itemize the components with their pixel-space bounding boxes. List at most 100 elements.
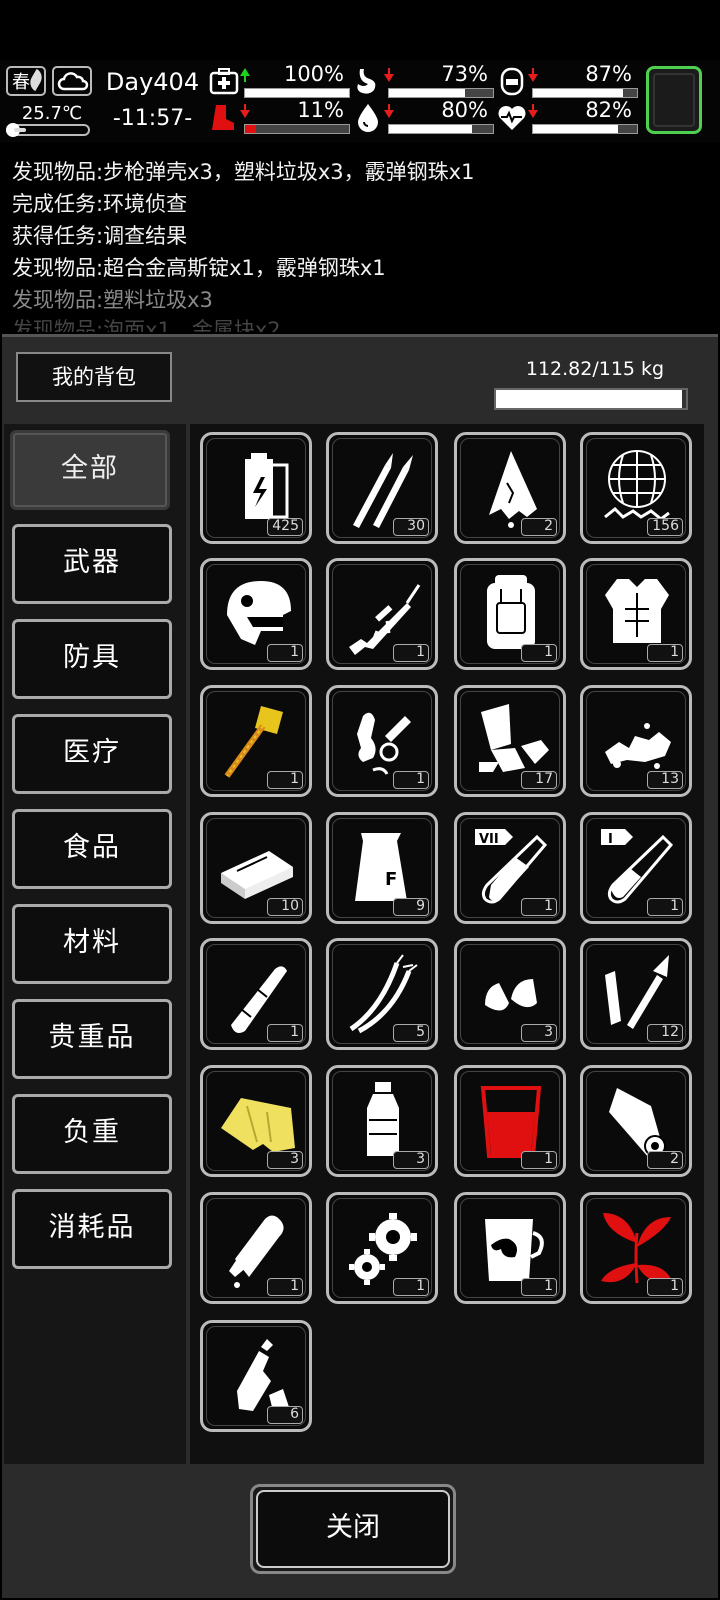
item-count: 2 bbox=[521, 518, 557, 536]
inventory-slot[interactable]: 2 bbox=[580, 1065, 692, 1177]
thirst-bar-fill bbox=[389, 125, 473, 133]
item-count: 1 bbox=[647, 898, 683, 916]
weight-bar-fill bbox=[496, 390, 683, 408]
item-count: 1 bbox=[267, 644, 303, 662]
season-label: 春 bbox=[12, 72, 30, 93]
inventory-slot[interactable]: 3 bbox=[454, 938, 566, 1050]
item-count: 1 bbox=[521, 1151, 557, 1169]
log-line: 发现物品:步枪弹壳x3，塑料垃圾x3，霰弹钢珠x1 bbox=[12, 160, 475, 184]
category-tab-all[interactable]: 全部 bbox=[10, 430, 170, 510]
inventory-slot[interactable]: 1 bbox=[580, 1192, 692, 1304]
inventory-slot[interactable]: I 1 bbox=[580, 812, 692, 924]
item-count: 1 bbox=[521, 1278, 557, 1296]
log-line: 完成任务:环境侦查 bbox=[12, 192, 188, 216]
mood-bar bbox=[532, 88, 638, 98]
category-tab-valuables[interactable]: 贵重品 bbox=[12, 999, 172, 1079]
log-line: 发现物品:塑料垃圾x3 bbox=[12, 288, 213, 312]
item-count: 1 bbox=[647, 1278, 683, 1296]
health-bar-fill bbox=[245, 89, 349, 97]
item-count: 1 bbox=[521, 898, 557, 916]
thirst-bar bbox=[388, 124, 494, 134]
inventory-slot[interactable]: 5 bbox=[326, 938, 438, 1050]
item-count: 9 bbox=[393, 898, 429, 916]
category-tab-materials[interactable]: 材料 bbox=[12, 904, 172, 984]
stamina-percent: 11% bbox=[297, 98, 344, 122]
inventory-slot[interactable]: 1 bbox=[454, 1065, 566, 1177]
inventory-slot[interactable]: 17 bbox=[454, 685, 566, 797]
item-count: 10 bbox=[267, 898, 303, 916]
category-tab-load[interactable]: 负重 bbox=[12, 1094, 172, 1174]
item-count: 17 bbox=[521, 771, 557, 789]
hunger-bar bbox=[388, 88, 494, 98]
stamina-bar bbox=[244, 124, 350, 134]
close-button[interactable]: 关闭 bbox=[256, 1490, 450, 1568]
inventory-slot[interactable]: 1 bbox=[200, 1192, 312, 1304]
inventory-slot[interactable]: 1 bbox=[454, 1192, 566, 1304]
weight-bar bbox=[494, 388, 688, 410]
inventory-slot[interactable]: 10 bbox=[200, 812, 312, 924]
item-count: 1 bbox=[393, 1278, 429, 1296]
item-count: 1 bbox=[393, 771, 429, 789]
item-count: 12 bbox=[647, 1024, 683, 1042]
season-indicator: 春 bbox=[6, 66, 46, 96]
log-line: 获得任务:调查结果 bbox=[12, 224, 188, 248]
inventory-slot[interactable]: 13 bbox=[580, 685, 692, 797]
thermometer-gauge bbox=[6, 123, 90, 137]
heart-bar bbox=[532, 124, 638, 134]
category-tab-food[interactable]: 食品 bbox=[12, 809, 172, 889]
inventory-slot[interactable]: 30 bbox=[326, 432, 438, 544]
category-tab-medical[interactable]: 医疗 bbox=[12, 714, 172, 794]
game-clock: -11:57- bbox=[112, 106, 193, 131]
inventory-slot[interactable]: 425 bbox=[200, 432, 312, 544]
hunger-percent: 73% bbox=[441, 62, 488, 86]
inventory-slot[interactable]: 156 bbox=[580, 432, 692, 544]
inventory-slot[interactable]: 1 bbox=[326, 1192, 438, 1304]
item-count: 3 bbox=[521, 1024, 557, 1042]
item-count: 1 bbox=[393, 644, 429, 662]
inventory-slot[interactable]: 1 bbox=[200, 558, 312, 670]
heart-percent: 82% bbox=[585, 98, 632, 122]
category-tab-weapons[interactable]: 武器 bbox=[12, 524, 172, 604]
inventory-slot[interactable]: 6 bbox=[200, 1320, 312, 1432]
item-count: 5 bbox=[393, 1024, 429, 1042]
inventory-slot[interactable]: 2 bbox=[454, 432, 566, 544]
weather-indicator bbox=[52, 66, 92, 96]
item-count: 425 bbox=[267, 518, 303, 536]
svg-text:I: I bbox=[608, 832, 613, 847]
inventory-slot[interactable]: F 9 bbox=[326, 812, 438, 924]
health-bar bbox=[244, 88, 350, 98]
inventory-slot[interactable]: 1 bbox=[580, 558, 692, 670]
item-count: 1 bbox=[267, 771, 303, 789]
item-count: 156 bbox=[647, 518, 683, 536]
item-count: 3 bbox=[267, 1151, 303, 1169]
item-count: 30 bbox=[393, 518, 429, 536]
mood-bar-fill bbox=[533, 89, 624, 97]
item-count: 6 bbox=[267, 1406, 303, 1424]
item-count: 1 bbox=[647, 644, 683, 662]
inventory-slot[interactable]: 1 bbox=[326, 558, 438, 670]
thermometer-fill bbox=[14, 128, 26, 132]
inventory-slot[interactable]: 1 bbox=[326, 685, 438, 797]
hunger-bar-fill bbox=[389, 89, 465, 97]
log-line: 发现物品:泡面x1，金属块x2 bbox=[12, 318, 281, 332]
inventory-slot[interactable]: 3 bbox=[326, 1065, 438, 1177]
item-count: 1 bbox=[267, 1024, 303, 1042]
inventory-slot[interactable]: 1 bbox=[200, 685, 312, 797]
inventory-slot[interactable]: 12 bbox=[580, 938, 692, 1050]
inventory-title: 我的背包 bbox=[16, 352, 172, 402]
stamina-bar-fill bbox=[245, 125, 257, 133]
message-log: 发现物品:步枪弹壳x3，塑料垃圾x3，霰弹钢珠x1 完成任务:环境侦查 获得任务… bbox=[0, 146, 720, 332]
item-count: 1 bbox=[267, 1278, 303, 1296]
item-count: 13 bbox=[647, 771, 683, 789]
category-tab-consumables[interactable]: 消耗品 bbox=[12, 1189, 172, 1269]
inventory-slot[interactable]: 3 bbox=[200, 1065, 312, 1177]
equipment-slot[interactable] bbox=[646, 66, 702, 134]
inventory-slot[interactable]: 1 bbox=[454, 558, 566, 670]
temperature-readout: 25.7℃ bbox=[21, 103, 83, 124]
inventory-slot[interactable]: VII 1 bbox=[454, 812, 566, 924]
svg-text:F: F bbox=[385, 869, 397, 890]
item-count: 1 bbox=[521, 644, 557, 662]
category-tab-armor[interactable]: 防具 bbox=[12, 619, 172, 699]
item-count: 3 bbox=[393, 1151, 429, 1169]
inventory-slot[interactable]: 1 bbox=[200, 938, 312, 1050]
